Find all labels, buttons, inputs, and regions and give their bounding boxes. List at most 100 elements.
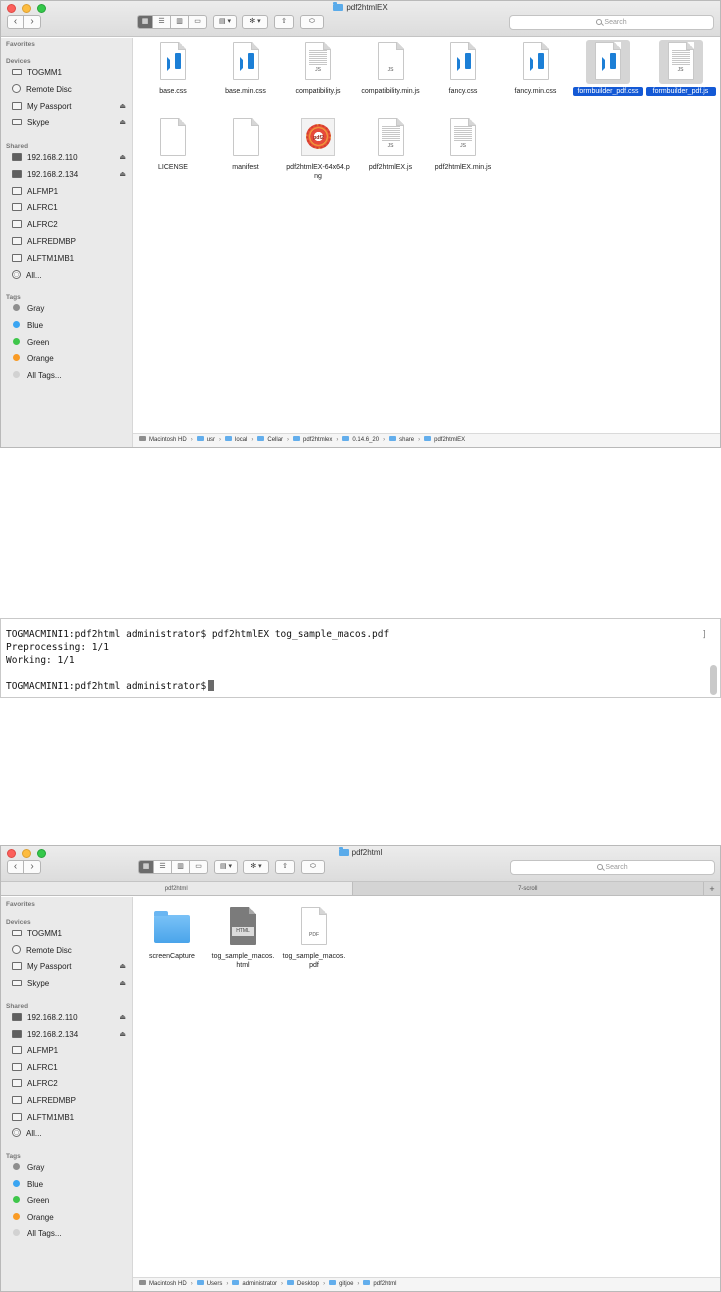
terminal-scrollbar[interactable] — [710, 665, 717, 695]
sidebar-item-alfrc2[interactable]: ALFRC2 — [12, 218, 126, 232]
sidebar-tag-orange[interactable]: Orange — [12, 352, 126, 366]
tab-7-scroll[interactable]: 7-scroll — [353, 882, 704, 895]
sidebar-item-alfmp1[interactable]: ALFMP1 — [12, 1044, 126, 1058]
path-segment[interactable]: local — [225, 434, 247, 447]
sidebar-item-togmm1[interactable]: TOGMM1 — [12, 66, 126, 80]
sidebar: Favorites Devices Shared Tags TOGMM1 Remote D… — [1, 897, 133, 1291]
path-segment[interactable]: pdf2htmlEX — [424, 434, 465, 447]
share-button[interactable]: ⇧ — [274, 15, 294, 29]
tag-button[interactable]: ⬭ — [300, 15, 324, 29]
file-item[interactable]: JS pdf2htmlEX.min.js — [428, 116, 498, 172]
path-segment[interactable]: share — [389, 434, 414, 447]
column-view-button[interactable]: ▥ — [171, 15, 189, 29]
share-button[interactable]: ⇧ — [275, 860, 295, 874]
sidebar-tag-green[interactable]: Green — [12, 336, 126, 350]
eject-icon[interactable]: ⏏ — [119, 1028, 126, 1042]
list-view-button[interactable]: ☰ — [154, 860, 172, 874]
sidebar-item-my-passport[interactable]: My Passport ⏏ — [12, 960, 126, 974]
back-button[interactable]: ‹ — [7, 15, 24, 29]
sidebar-item-alfredmbp[interactable]: ALFREDMBP — [12, 235, 126, 249]
sidebar-item-skype[interactable]: Skype ⏏ — [12, 977, 126, 991]
column-view-button[interactable]: ▥ — [172, 860, 190, 874]
action-button[interactable]: ✻ ▾ — [242, 15, 268, 29]
sidebar-tag-blue[interactable]: Blue — [12, 319, 126, 333]
sidebar-tag-gray[interactable]: Gray — [12, 1161, 126, 1175]
sidebar-tag-green[interactable]: Green — [12, 1194, 126, 1208]
file-item[interactable]: LICENSE — [138, 116, 208, 172]
sidebar-item-all[interactable]: All... — [12, 269, 126, 283]
sidebar-tag-all-tags[interactable]: All Tags... — [12, 369, 126, 383]
tag-button[interactable]: ⬭ — [301, 860, 325, 874]
sidebar-item-all[interactable]: All... — [12, 1127, 126, 1141]
file-item[interactable]: fancy.min.css — [501, 40, 571, 96]
sidebar-item-alftm1mb1[interactable]: ALFTM1MB1 — [12, 1111, 126, 1125]
path-segment[interactable]: Users — [197, 1278, 223, 1291]
sidebar-item-192-168-2-110[interactable]: 192.168.2.110 ⏏ — [12, 1011, 126, 1025]
add-tab-button[interactable]: + — [704, 882, 720, 895]
cover-flow-button[interactable]: ▭ — [189, 15, 207, 29]
eject-icon[interactable]: ⏏ — [119, 151, 126, 165]
sidebar-item-192-168-2-134[interactable]: 192.168.2.134 ⏏ — [12, 1028, 126, 1042]
forward-button[interactable]: › — [24, 860, 41, 874]
search-input[interactable]: Search — [509, 15, 714, 30]
forward-button[interactable]: › — [24, 15, 41, 29]
sidebar-tag-all-tags[interactable]: All Tags... — [12, 1227, 126, 1241]
eject-icon[interactable]: ⏏ — [119, 116, 126, 130]
path-segment[interactable]: pdf2html — [363, 1278, 396, 1291]
file-item[interactable]: fancy.css — [428, 40, 498, 96]
action-button[interactable]: ✻ ▾ — [243, 860, 269, 874]
path-segment[interactable]: usr — [197, 434, 215, 447]
file-item[interactable]: base.min.css — [211, 40, 281, 96]
path-segment[interactable]: gitjoe — [329, 1278, 353, 1291]
sidebar-item-skype[interactable]: Skype ⏏ — [12, 116, 126, 130]
search-input[interactable]: Search — [510, 860, 715, 875]
file-item[interactable]: PDF tog_sample_macos.pdf — [279, 905, 349, 970]
path-segment[interactable]: administrator — [232, 1278, 277, 1291]
list-view-button[interactable]: ☰ — [153, 15, 171, 29]
sidebar-item-alfmp1[interactable]: ALFMP1 — [12, 185, 126, 199]
sidebar-tag-orange[interactable]: Orange — [12, 1211, 126, 1225]
path-segment[interactable]: Macintosh HD — [139, 1278, 187, 1291]
tab-pdf2html[interactable]: pdf2html — [1, 882, 353, 895]
eject-icon[interactable]: ⏏ — [119, 1011, 126, 1025]
path-segment[interactable]: Cellar — [257, 434, 283, 447]
sidebar-item-alftm1mb1[interactable]: ALFTM1MB1 — [12, 252, 126, 266]
file-item[interactable]: base.css — [138, 40, 208, 96]
sidebar-item-alfrc1[interactable]: ALFRC1 — [12, 1061, 126, 1075]
sidebar-tag-gray[interactable]: Gray — [12, 302, 126, 316]
sidebar-item-togmm1[interactable]: TOGMM1 — [12, 927, 126, 941]
file-item[interactable]: JS pdf2htmlEX.js — [356, 116, 426, 172]
sidebar-item-192-168-2-110[interactable]: 192.168.2.110 ⏏ — [12, 151, 126, 165]
file-item[interactable]: JS formbuilder_pdf.js — [645, 40, 716, 96]
path-segment[interactable]: Macintosh HD — [139, 434, 187, 447]
eject-icon[interactable]: ⏏ — [119, 977, 126, 991]
sidebar-item-alfredmbp[interactable]: ALFREDMBP — [12, 1094, 126, 1108]
path-segment[interactable]: Desktop — [287, 1278, 319, 1291]
sidebar-tag-blue[interactable]: Blue — [12, 1178, 126, 1192]
icon-view-button[interactable]: ▦ — [138, 860, 154, 874]
sidebar-item-alfrc1[interactable]: ALFRC1 — [12, 201, 126, 215]
path-segment[interactable]: pdf2htmlex — [293, 434, 332, 447]
file-item[interactable]: HTML tog_sample_macos.html — [208, 905, 278, 970]
file-item[interactable]: manifest — [211, 116, 281, 172]
file-item[interactable]: pdf2 pdf2htmlEX-64x64.png — [283, 116, 353, 181]
icon-view-button[interactable]: ▦ — [137, 15, 153, 29]
eject-icon[interactable]: ⏏ — [119, 168, 126, 182]
back-button[interactable]: ‹ — [7, 860, 24, 874]
file-item[interactable]: screenCapture — [137, 905, 207, 961]
file-item[interactable]: JS compatibility.min.js — [356, 40, 426, 96]
sidebar-item-my-passport[interactable]: My Passport ⏏ — [12, 100, 126, 114]
terminal-window[interactable]: TOGMACMINI1:pdf2html administrator$ pdf2… — [0, 618, 721, 698]
cover-flow-button[interactable]: ▭ — [190, 860, 208, 874]
path-segment[interactable]: 0.14.6_20 — [342, 434, 379, 447]
arrange-button[interactable]: ▤ ▾ — [214, 860, 238, 874]
file-item[interactable]: JS compatibility.js — [283, 40, 353, 96]
sidebar-item-alfrc2[interactable]: ALFRC2 — [12, 1077, 126, 1091]
sidebar-item-remote-disc[interactable]: Remote Disc — [12, 83, 126, 97]
file-item[interactable]: formbuilder_pdf.css — [573, 40, 643, 96]
eject-icon[interactable]: ⏏ — [119, 960, 126, 974]
sidebar-item-192-168-2-134[interactable]: 192.168.2.134 ⏏ — [12, 168, 126, 182]
sidebar-item-remote-disc[interactable]: Remote Disc — [12, 944, 126, 958]
arrange-button[interactable]: ▤ ▾ — [213, 15, 237, 29]
eject-icon[interactable]: ⏏ — [119, 100, 126, 114]
